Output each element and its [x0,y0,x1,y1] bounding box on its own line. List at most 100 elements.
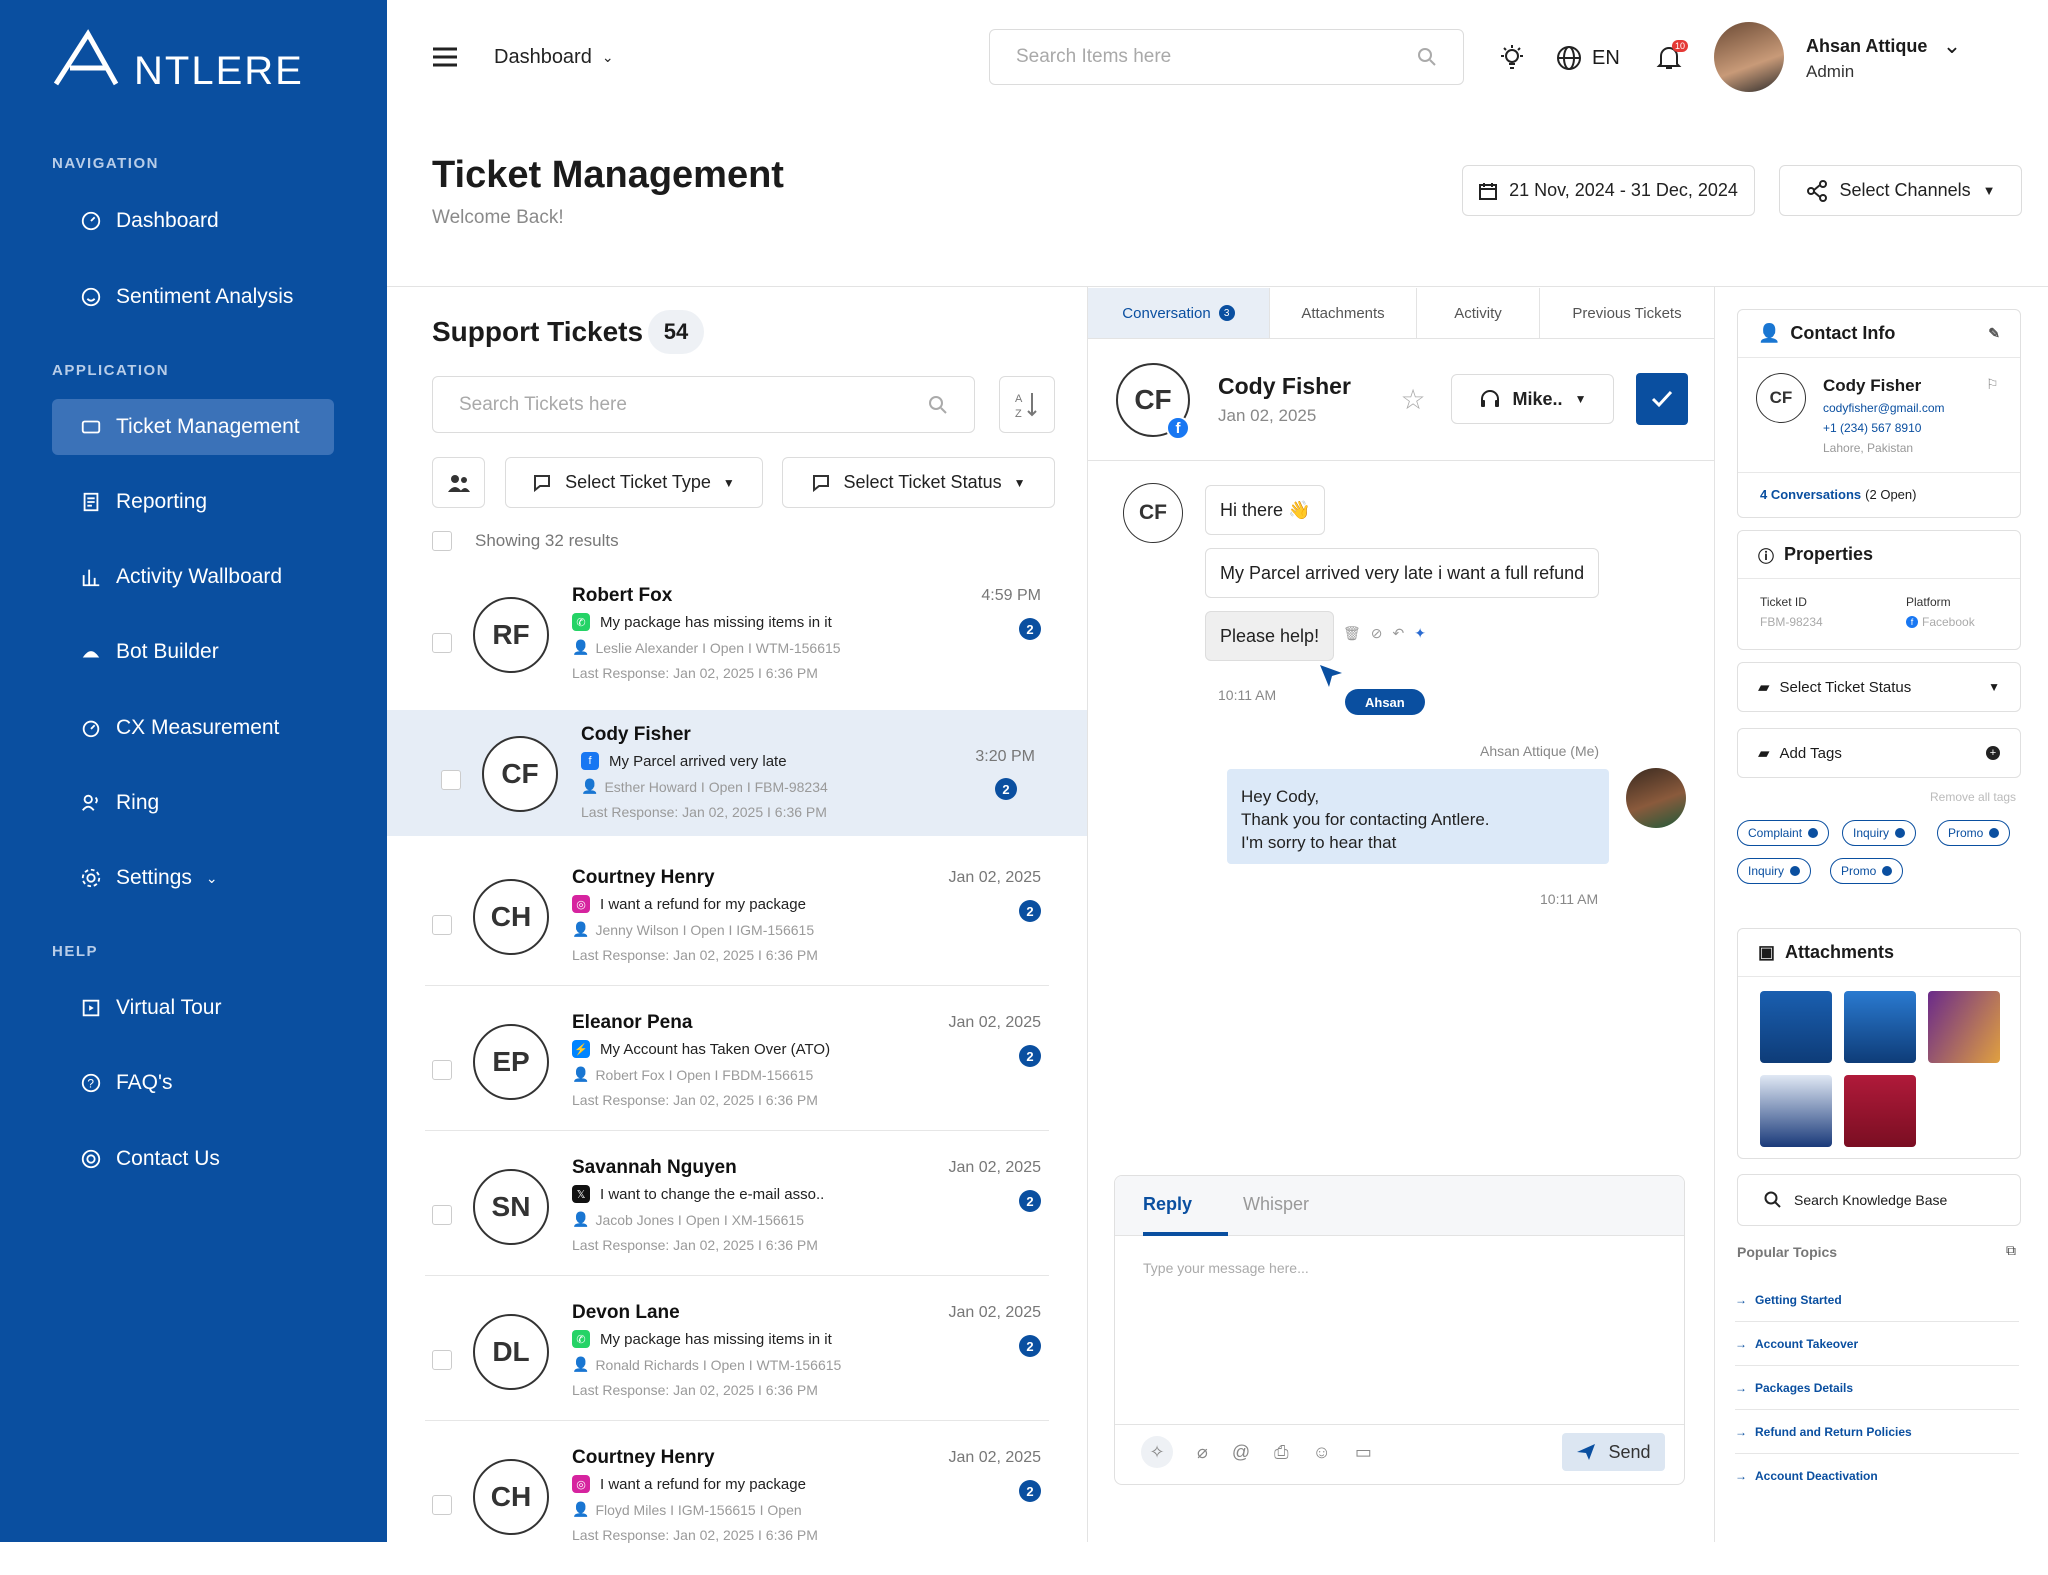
ticket-row[interactable]: SN Savannah Nguyen 𝕏 I want to change the e… [387,1145,1087,1285]
global-search[interactable]: Search Items here [989,29,1464,85]
ticket-row[interactable]: CH Courtney Henry ◎ I want a refund for my … [387,1435,1087,1575]
ticket-checkbox[interactable] [432,915,452,935]
remove-tag-icon[interactable] [1989,828,2000,838]
ticket-search[interactable]: Search Tickets here [432,376,975,433]
bookmark-icon[interactable]: ⎙ [1274,1442,1288,1463]
open-count: (2 Open) [1865,487,1917,502]
sidebar-item-ticket-management[interactable]: Ticket Management [52,399,334,455]
conversations-summary[interactable]: 4 Conversations (2 Open) [1760,487,1916,502]
remove-tag-icon[interactable] [1808,828,1819,838]
flag-icon[interactable]: ⚐ [1986,376,1999,393]
ticket-row[interactable]: RF Robert Fox ✆ My package has missing item… [387,573,1087,713]
sidebar-item-cx-measurement[interactable]: CX Measurement [52,700,334,756]
assignee-filter-button[interactable] [432,457,485,508]
attachment-thumbnail[interactable] [1844,1075,1916,1147]
add-circle-icon[interactable]: + [1986,746,2000,760]
sidebar-item-faqs[interactable]: ? FAQ's [52,1055,334,1111]
paperclip-icon[interactable]: ⌀ [1197,1442,1208,1463]
folder-icon[interactable]: ▭ [1355,1442,1372,1463]
sidebar-item-virtual-tour[interactable]: Virtual Tour [52,980,334,1036]
remove-tag-icon[interactable] [1882,866,1893,876]
remove-tag-icon[interactable] [1895,828,1906,838]
sidebar-item-contact-us[interactable]: Contact Us [52,1131,334,1187]
ticket-checkbox[interactable] [432,1495,452,1515]
external-link-icon[interactable]: ⧉ [2006,1242,2016,1259]
contact-email[interactable]: codyfisher@gmail.com [1823,401,1945,415]
hamburger-menu-icon[interactable] [430,42,460,72]
assigned-agent-dropdown[interactable]: Mike.. ▼ [1451,374,1614,424]
ticket-row[interactable]: DL Devon Lane ✆ My package has missing item… [387,1290,1087,1430]
ticket-type-dropdown[interactable]: Select Ticket Type ▼ [505,457,763,508]
tag-chip[interactable]: Promo [1937,820,2011,846]
hide-icon[interactable]: ⊘ [1371,625,1383,642]
dashboard-dropdown[interactable]: Dashboard ⌄ [494,40,614,74]
tab-activity[interactable]: Activity [1417,288,1540,338]
mention-icon[interactable]: @ [1232,1442,1250,1463]
topic-link[interactable]: → Getting Started [1735,1278,2019,1322]
user-block[interactable]: Ahsan Attique Admin [1806,36,1927,82]
attachment-thumbnail[interactable] [1844,991,1916,1063]
contact-phone[interactable]: +1 (234) 567 8910 [1823,421,1921,435]
sidebar-item-ring[interactable]: Ring [52,775,334,831]
notifications-bell-icon[interactable]: 10 [1652,40,1688,76]
remove-all-tags[interactable]: Remove all tags [1930,790,2016,804]
select-all-checkbox[interactable] [432,531,452,551]
send-button[interactable]: Send [1562,1433,1665,1471]
ticket-checkbox[interactable] [432,1350,452,1370]
message-input[interactable]: Type your message here... [1143,1260,1309,1276]
reply-icon[interactable]: ↶ [1393,625,1405,642]
attachment-thumbnail[interactable] [1760,1075,1832,1147]
search-input[interactable]: Search Items here [1016,46,1171,68]
add-tags-field[interactable]: ▰ Add Tags + [1737,728,2021,778]
trash-icon[interactable]: 🗑 [1343,625,1361,642]
sidebar-item-sentiment[interactable]: Sentiment Analysis [52,269,334,325]
remove-tag-icon[interactable] [1790,866,1801,876]
tab-reply[interactable]: Reply [1143,1194,1192,1215]
emoji-icon[interactable]: ☺ [1313,1442,1331,1463]
tab-attachments[interactable]: Attachments [1270,288,1417,338]
ai-sparkle-icon[interactable]: ✧ [1141,1436,1173,1468]
language-selector[interactable]: EN [1556,40,1620,76]
sidebar-item-activity-wallboard[interactable]: Activity Wallboard [52,549,334,605]
date-range-picker[interactable]: 21 Nov, 2024 - 31 Dec, 2024 [1462,165,1755,216]
tag-chip[interactable]: Complaint [1737,820,1830,846]
tag-chip[interactable]: Promo [1830,858,1904,884]
topic-link[interactable]: → Account Deactivation [1735,1454,2019,1498]
select-channels-dropdown[interactable]: Select Channels ▼ [1779,165,2022,216]
ticket-last-response: Last Response: Jan 02, 2025 I 6:36 PM [572,1237,818,1253]
ai-sparkle-icon[interactable]: ✦ [1414,625,1426,642]
star-icon[interactable]: ☆ [1398,384,1428,415]
chevron-down-icon[interactable]: ⌄ [1940,32,1964,60]
tab-conversation[interactable]: Conversation 3 [1088,288,1270,338]
attachment-thumbnail[interactable] [1928,991,2000,1063]
ticket-status-dropdown[interactable]: Select Ticket Status ▼ [782,457,1055,508]
tag-chip[interactable]: Inquiry [1737,858,1812,884]
ticket-row[interactable]: EP Eleanor Pena ⚡ My Account has Taken Over… [387,1000,1087,1140]
ticket-status-select[interactable]: ▰ Select Ticket Status ▼ [1737,662,2021,712]
tab-previous-tickets[interactable]: Previous Tickets [1540,288,1714,338]
ticket-search-input[interactable]: Search Tickets here [459,394,627,416]
resolve-check-button[interactable] [1636,373,1688,425]
tab-whisper[interactable]: Whisper [1243,1194,1309,1215]
ticket-checkbox[interactable] [432,1205,452,1225]
topic-link[interactable]: → Refund and Return Policies [1735,1410,2019,1454]
knowledge-base-search[interactable]: Search Knowledge Base [1737,1174,2021,1226]
sidebar-item-reporting[interactable]: Reporting [52,474,334,530]
tag-chip[interactable]: Inquiry [1842,820,1917,846]
antlere-logo[interactable]: NTLERE [52,28,352,88]
sidebar-item-dashboard[interactable]: Dashboard [52,193,334,249]
sidebar-item-bot-builder[interactable]: Bot Builder [52,624,334,680]
edit-icon[interactable]: ✎ [1988,325,2000,342]
ticket-row[interactable]: CF Cody Fisher f My Parcel arrived very lat… [387,710,1087,836]
ticket-checkbox[interactable] [432,633,452,653]
topic-link[interactable]: → Account Takeover [1735,1322,2019,1366]
topic-link[interactable]: → Packages Details [1735,1366,2019,1410]
sidebar-item-settings[interactable]: Settings ⌄ [52,850,334,906]
sort-az-button[interactable]: AZ [999,376,1055,433]
ticket-checkbox[interactable] [441,770,461,790]
ticket-checkbox[interactable] [432,1060,452,1080]
ticket-row[interactable]: CH Courtney Henry ◎ I want a refund for my … [387,855,1087,995]
user-avatar[interactable] [1714,22,1784,92]
attachment-thumbnail[interactable] [1760,991,1832,1063]
theme-bulb-icon[interactable] [1496,42,1528,74]
